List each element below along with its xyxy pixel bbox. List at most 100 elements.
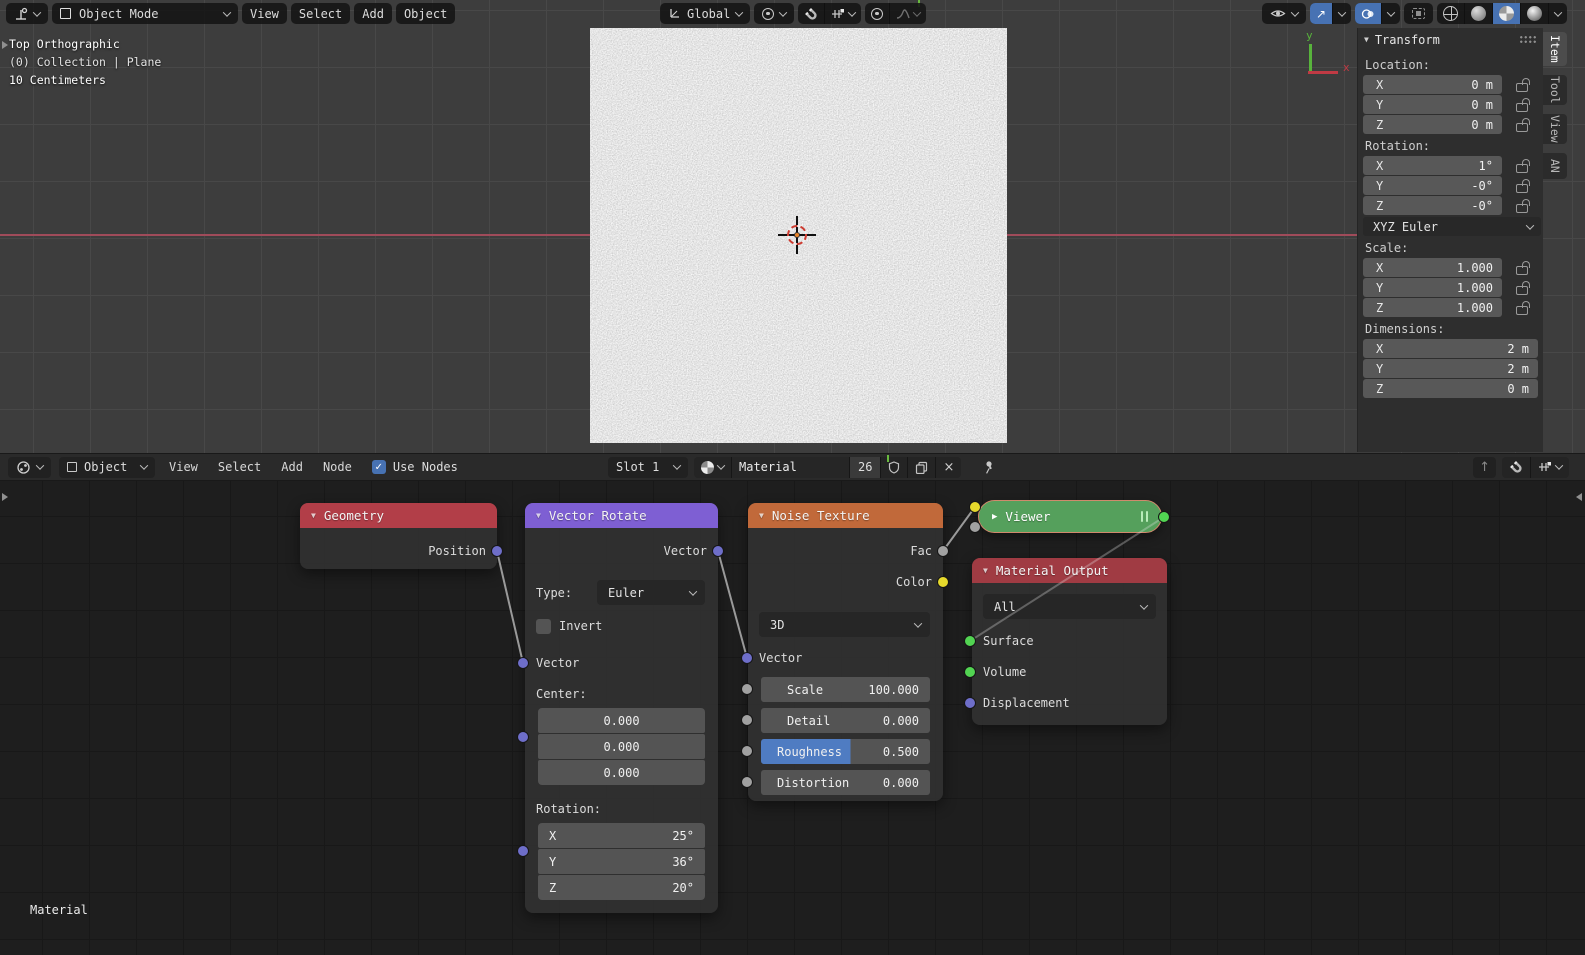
proportional-falloff-dropdown[interactable] [889, 3, 926, 24]
roughness-slider[interactable]: Roughness 0.500 [761, 739, 930, 764]
socket-material-output-displacement-in[interactable] [964, 697, 976, 709]
node-vector-rotate[interactable]: ▼ Vector Rotate Vector Type: Euler Inver… [525, 503, 718, 913]
node-noise-texture[interactable]: ▼ Noise Texture Fac Color 3D Vector Scal… [748, 503, 943, 801]
socket-noise-distortion-in[interactable] [741, 776, 753, 788]
dimensions-x-field[interactable]: X2 m [1363, 339, 1538, 358]
socket-noise-fac-out[interactable] [937, 545, 949, 557]
center-y-field[interactable]: 0.000 [538, 734, 705, 759]
menu-view[interactable]: View [242, 3, 287, 24]
toolbar-expand-arrow-icon[interactable] [2, 493, 8, 501]
location-z-field[interactable]: Z0 m [1363, 115, 1502, 134]
3d-viewport[interactable]: Top Orthographic (0) Collection | Plane … [0, 0, 1585, 453]
mode-dropdown[interactable]: Object Mode [52, 3, 238, 24]
pin-button[interactable] [981, 460, 995, 474]
shader-type-dropdown[interactable]: Object [59, 456, 155, 478]
menu-add[interactable]: Add [354, 3, 392, 24]
overlays-dropdown[interactable] [1381, 3, 1400, 24]
transform-panel-header[interactable]: ▼ Transform [1358, 28, 1543, 51]
center-z-field[interactable]: 0.000 [538, 760, 705, 785]
unlink-button[interactable]: × [936, 457, 961, 478]
invert-checkbox[interactable] [536, 618, 551, 634]
shading-rendered-button[interactable] [1520, 3, 1548, 24]
socket-vector-rotate-center-in[interactable] [517, 731, 529, 743]
toolbar-expand-arrow-icon[interactable] [2, 41, 8, 49]
lock-icon[interactable] [1516, 163, 1528, 173]
node-material-output[interactable]: ▼ Material Output All Surface Volume Dis… [972, 558, 1167, 725]
lock-icon[interactable] [1516, 183, 1528, 193]
menu-node[interactable]: Node [317, 460, 358, 474]
tab-view[interactable]: View [1543, 114, 1567, 144]
lock-icon[interactable] [1516, 305, 1528, 315]
socket-vector-rotate-vector-out[interactable] [712, 545, 724, 557]
material-slot-dropdown[interactable]: Slot 1 [608, 456, 688, 478]
material-name-field[interactable]: Material [732, 456, 850, 478]
use-nodes-checkbox[interactable]: ✓ Use Nodes [371, 460, 458, 474]
lock-icon[interactable] [1516, 122, 1528, 132]
transform-orientation-dropdown[interactable]: Global [660, 3, 751, 24]
pivot-point-dropdown[interactable] [754, 3, 795, 24]
socket-material-output-volume-in[interactable] [964, 666, 976, 678]
gizmo-dropdown[interactable] [1332, 3, 1351, 24]
panel-collapse-icon[interactable]: ▼ [1364, 35, 1369, 44]
lock-icon[interactable] [1516, 102, 1528, 112]
menu-select[interactable]: Select [212, 460, 267, 474]
go-to-parent-node-tree-button[interactable]: ↑ [1473, 456, 1496, 478]
shading-material-preview-button[interactable] [1492, 3, 1520, 24]
detail-field[interactable]: Detail 0.000 [761, 708, 930, 733]
editor-type-button[interactable] [8, 456, 51, 478]
socket-geometry-position-out[interactable] [491, 545, 503, 557]
menu-select[interactable]: Select [290, 3, 351, 24]
shading-wireframe-button[interactable] [1437, 3, 1464, 24]
lock-icon[interactable] [1516, 203, 1528, 213]
navigation-axes-gizmo[interactable]: y x [1290, 29, 1350, 82]
expand-icon[interactable]: ▶ [992, 512, 997, 522]
scale-z-field[interactable]: Z 1.000 [1363, 298, 1502, 317]
lock-icon[interactable] [1516, 285, 1528, 295]
show-overlays-toggle[interactable] [1355, 3, 1381, 24]
socket-noise-color-out[interactable] [937, 576, 949, 588]
rotate-type-dropdown[interactable]: Euler [597, 580, 705, 605]
location-x-field[interactable]: X0 m [1363, 75, 1502, 94]
editor-type-button[interactable] [6, 3, 48, 24]
dimensions-z-field[interactable]: Z0 m [1363, 379, 1538, 398]
xray-toggle[interactable] [1404, 3, 1433, 24]
collapse-icon[interactable]: ▼ [759, 511, 764, 520]
node-viewer[interactable]: ▶ Viewer [978, 500, 1162, 533]
collapse-icon[interactable]: ▼ [983, 566, 988, 575]
rotation-y-field[interactable]: Y 36° [538, 849, 705, 874]
snap-toggle-button[interactable] [1502, 456, 1531, 478]
socket-viewer-strength-in[interactable] [969, 521, 981, 533]
rotation-z-field[interactable]: Z -0° [1363, 196, 1502, 215]
rotation-y-field[interactable]: Y -0° [1363, 176, 1502, 195]
socket-viewer-out[interactable] [1158, 511, 1170, 523]
sidebar-expand-arrow-icon[interactable] [1576, 493, 1582, 501]
tab-an[interactable]: AN [1543, 153, 1567, 179]
distortion-field[interactable]: Distortion 0.000 [761, 770, 930, 795]
new-material-button[interactable] [908, 456, 937, 478]
socket-noise-detail-in[interactable] [741, 714, 753, 726]
scale-field[interactable]: Scale 100.000 [761, 677, 930, 702]
browse-material-dropdown[interactable] [694, 456, 732, 478]
material-users-button[interactable]: 26 [850, 456, 882, 478]
proportional-editing-toggle[interactable] [865, 3, 889, 24]
tab-item[interactable]: Item [1543, 32, 1567, 66]
socket-noise-vector-in[interactable] [741, 652, 753, 664]
scale-y-field[interactable]: Y 1.000 [1363, 278, 1502, 297]
show-gizmo-toggle[interactable]: ↗ [1309, 3, 1332, 24]
socket-noise-scale-in[interactable] [741, 683, 753, 695]
fake-user-button[interactable] [881, 456, 909, 478]
rotation-x-field[interactable]: X 1° [1363, 156, 1502, 175]
shader-node-canvas[interactable]: ▼ Geometry Position ▼ Vector Rotate Vect… [0, 481, 1585, 955]
menu-add[interactable]: Add [275, 460, 309, 474]
socket-vector-rotate-vector-in[interactable] [517, 657, 529, 669]
collapse-icon[interactable]: ▼ [311, 511, 316, 520]
rotation-x-field[interactable]: X 25° [538, 823, 705, 848]
socket-material-output-surface-in[interactable] [964, 635, 976, 647]
socket-viewer-color-in[interactable] [969, 501, 981, 513]
dimensions-y-field[interactable]: Y2 m [1363, 359, 1538, 378]
panel-drag-handle-icon[interactable] [1519, 35, 1537, 44]
socket-vector-rotate-rotation-in[interactable] [517, 845, 529, 857]
noise-dimensions-dropdown[interactable]: 3D [759, 612, 930, 637]
collapse-icon[interactable]: ▼ [536, 511, 541, 520]
show-object-types-dropdown[interactable] [1261, 3, 1306, 24]
